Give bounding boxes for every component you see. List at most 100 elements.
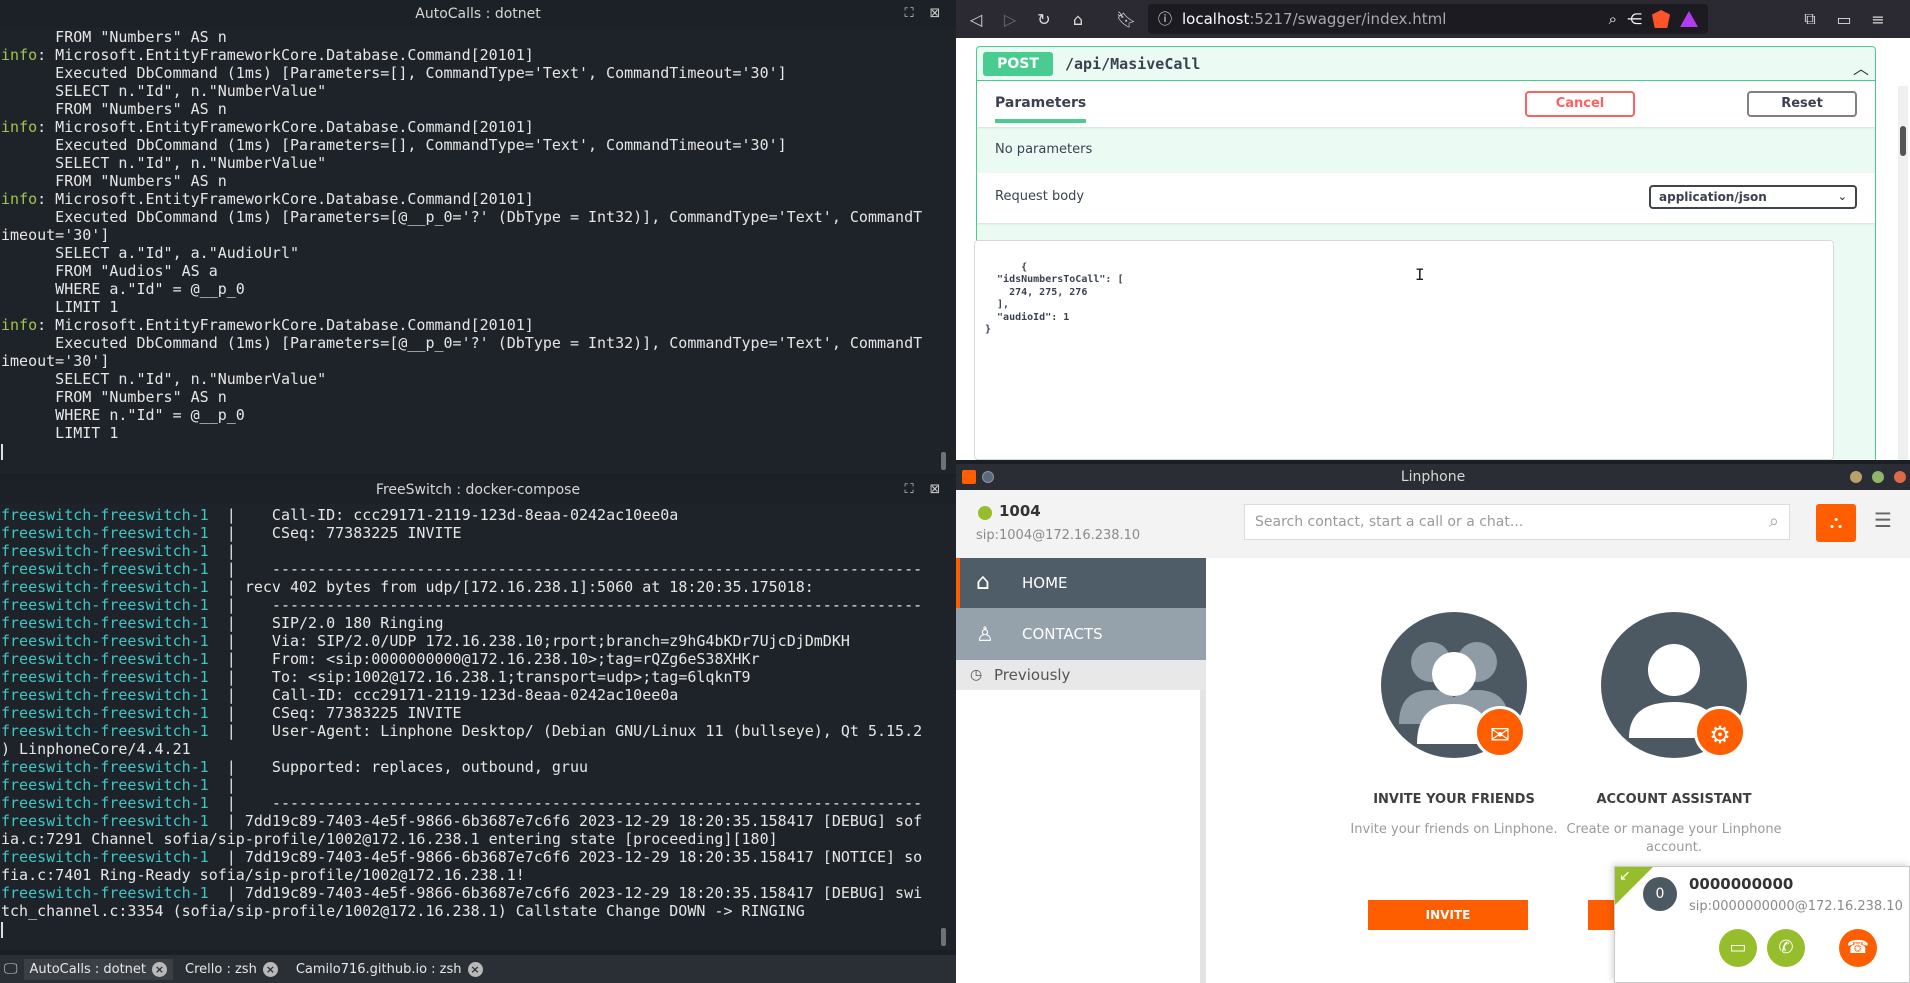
terminal-line: freeswitch-freeswitch-1 | CSeq: 77383225… — [1, 524, 956, 542]
account-number[interactable]: 1004 — [999, 502, 1041, 520]
log-prefix: freeswitch-freeswitch-1 — [1, 596, 209, 614]
terminal-line: LIMIT 1 — [1, 424, 956, 442]
wallet-icon[interactable]: ▭ — [1832, 10, 1856, 29]
operation-summary[interactable]: POST /api/MasiveCall ︿ — [977, 47, 1875, 81]
nav-home[interactable]: ⌂ HOME — [956, 558, 1206, 608]
history-header[interactable]: ◷ Previously — [956, 660, 1206, 690]
share-icon[interactable]: ⋲ — [1627, 10, 1642, 28]
terminal-line: freeswitch-freeswitch-1 | User-Agent: Li… — [1, 722, 956, 740]
window-title: Linphone — [1400, 469, 1466, 485]
reload-icon[interactable]: ↻ — [1032, 10, 1056, 29]
log-prefix: info — [1, 46, 38, 64]
terminal-line: FROM "Numbers" AS n — [1, 100, 956, 118]
log-prefix: freeswitch-freeswitch-1 — [1, 560, 209, 578]
close-pane-icon[interactable]: ⊠ — [926, 481, 944, 499]
terminal-line: freeswitch-freeswitch-1 | --------------… — [1, 596, 956, 614]
terminal-line: fia.c:7401 Ring-Ready sofia/sip-profile/… — [1, 866, 956, 884]
conference-button[interactable]: ⛬ — [1816, 504, 1856, 542]
terminal-output[interactable]: FROM "Numbers" AS n info: Microsoft.Entit… — [0, 28, 956, 474]
home-icon[interactable]: ⌂ — [1066, 10, 1090, 29]
invite-card: ✉ INVITE YOUR FRIENDS Invite your friend… — [1344, 612, 1564, 839]
log-text: | CSeq: 77383225 INVITE — [208, 704, 462, 722]
search-icon: ⌕ — [1768, 511, 1779, 532]
request-body-label: Request body — [995, 189, 1085, 204]
reset-button[interactable]: Reset — [1747, 91, 1857, 117]
back-icon[interactable]: ◁ — [964, 10, 988, 29]
log-prefix: freeswitch-freeswitch-1 — [1, 812, 209, 830]
close-icon[interactable]: × — [152, 961, 168, 977]
tab-label: AutoCalls : dotnet — [29, 961, 147, 977]
caller-sip-address: sip:0000000000@172.16.238.10 — [1689, 899, 1903, 914]
linphone-sidebar: ⌂ HOME ♙ CONTACTS ◷ Previously — [956, 558, 1206, 983]
terminal-pane-autocalls[interactable]: AutoCalls : dotnet ⛶ ⊠ FROM "Numbers" AS… — [0, 0, 956, 474]
maximize-window-icon[interactable] — [1872, 471, 1884, 483]
linphone-app-icon — [962, 470, 976, 484]
terminal-scrollbar[interactable] — [941, 452, 946, 470]
hamburger-menu-icon[interactable]: ☰ — [1874, 508, 1892, 532]
window-pin-icon[interactable] — [982, 471, 994, 483]
terminal-line: SELECT a."Id", a."AudioUrl" — [1, 244, 956, 262]
page-scrollbar[interactable] — [1898, 86, 1908, 460]
terminal-line: Executed DbCommand (1ms) [Parameters=[@_… — [1, 334, 956, 352]
zoom-icon[interactable]: ⌕ — [1609, 10, 1617, 28]
log-text: Executed DbCommand (1ms) [Parameters=[@_… — [1, 334, 923, 352]
incoming-call-notification[interactable]: ↙ 0 0000000000 sip:0000000000@172.16.238… — [1614, 866, 1910, 983]
caller-number: 0000000000 — [1689, 875, 1794, 893]
tab-parameters[interactable]: Parameters — [995, 95, 1087, 123]
chevron-up-icon[interactable]: ︿ — [1853, 55, 1869, 79]
account-sip-address: sip:1004@172.16.238.10 — [976, 528, 1141, 543]
content-type-select[interactable]: application/json ⌄ — [1649, 185, 1857, 209]
terminal-output[interactable]: freeswitch-freeswitch-1 | Call-ID: ccc29… — [0, 504, 956, 950]
terminal-line: info: Microsoft.EntityFrameworkCore.Data… — [1, 118, 956, 136]
menu-icon[interactable]: ≡ — [1866, 10, 1890, 29]
tab-autocalls[interactable]: AutoCalls : dotnet × — [23, 958, 174, 980]
log-text: | Call-ID: ccc29171-2119-123d-8eaa-0242a… — [208, 686, 679, 704]
url-bar[interactable]: ⓘ localhost:5217/swagger/index.html ⌕ ⋲ — [1148, 4, 1708, 34]
forward-icon[interactable]: ▷ — [998, 10, 1022, 29]
maximize-icon[interactable]: ⛶ — [900, 5, 918, 23]
log-text: WHERE n."Id" = @__p_0 — [1, 406, 245, 424]
log-text: SELECT a."Id", a."AudioUrl" — [1, 244, 300, 262]
log-prefix: freeswitch-freeswitch-1 — [1, 884, 209, 902]
maximize-icon[interactable]: ⛶ — [900, 481, 918, 499]
close-pane-icon[interactable]: ⊠ — [926, 5, 944, 23]
site-info-icon[interactable]: ⓘ — [1158, 9, 1172, 29]
log-text: SELECT n."Id", n."NumberValue" — [1, 154, 327, 172]
extensions-icon[interactable]: ⧉ — [1798, 9, 1822, 29]
log-text: SELECT n."Id", n."NumberValue" — [1, 82, 327, 100]
accept-call-button[interactable]: ✆ — [1767, 929, 1805, 967]
log-text: | Supported: replaces, outbound, gruu — [208, 758, 589, 776]
terminal-line: freeswitch-freeswitch-1 | --------------… — [1, 794, 956, 812]
decline-call-button[interactable]: ☎ — [1839, 929, 1877, 967]
swagger-page: POST /api/MasiveCall ︿ Parameters Cancel… — [956, 38, 1910, 460]
close-window-icon[interactable] — [1894, 471, 1906, 483]
log-text: | --------------------------------------… — [208, 596, 923, 614]
log-prefix: freeswitch-freeswitch-1 — [1, 506, 209, 524]
terminal-line: WHERE a."Id" = @__p_0 — [1, 280, 956, 298]
minimize-icon[interactable] — [1850, 471, 1862, 483]
log-text: | 7dd19c89-7403-4e5f-9866-6b3687e7c6f6 2… — [208, 812, 923, 830]
assistant-title: ACCOUNT ASSISTANT — [1596, 792, 1752, 807]
close-icon[interactable]: × — [467, 961, 483, 977]
terminal-line: freeswitch-freeswitch-1 | 7dd19c89-7403-… — [1, 884, 956, 902]
nav-contacts[interactable]: ♙ CONTACTS — [956, 608, 1206, 660]
brave-shields-icon[interactable] — [1652, 10, 1670, 28]
tab-crello[interactable]: Crello : zsh × — [179, 959, 284, 980]
request-body-editor[interactable]: { "idsNumbersToCall": [ 274, 275, 276 ],… — [974, 240, 1834, 460]
search-input[interactable]: Search contact, start a call or a chat..… — [1244, 504, 1790, 540]
terminal-title-bar: AutoCalls : dotnet ⛶ ⊠ — [0, 0, 956, 28]
tab-camilo716[interactable]: Camilo716.github.io : zsh × — [290, 959, 489, 980]
log-prefix: freeswitch-freeswitch-1 — [1, 758, 209, 776]
browser-toolbar: ◁ ▷ ↻ ⌂ 🔖︎ ⓘ localhost:5217/swagger/inde… — [956, 0, 1910, 38]
bookmark-icon[interactable]: 🔖︎ — [1114, 10, 1138, 29]
history-list[interactable] — [956, 690, 1206, 983]
invite-button[interactable]: INVITE — [1368, 900, 1528, 930]
accept-video-button[interactable]: ▭ — [1719, 929, 1757, 967]
terminal-title: FreeSwitch : docker-compose — [375, 482, 581, 498]
terminal-scrollbar[interactable] — [941, 928, 946, 946]
brave-rewards-icon[interactable] — [1680, 11, 1698, 27]
terminal-title-bar: FreeSwitch : docker-compose ⛶ ⊠ — [0, 476, 956, 504]
terminal-pane-freeswitch[interactable]: FreeSwitch : docker-compose ⛶ ⊠ freeswit… — [0, 476, 956, 950]
cancel-button[interactable]: Cancel — [1525, 91, 1635, 117]
close-icon[interactable]: × — [262, 961, 278, 977]
